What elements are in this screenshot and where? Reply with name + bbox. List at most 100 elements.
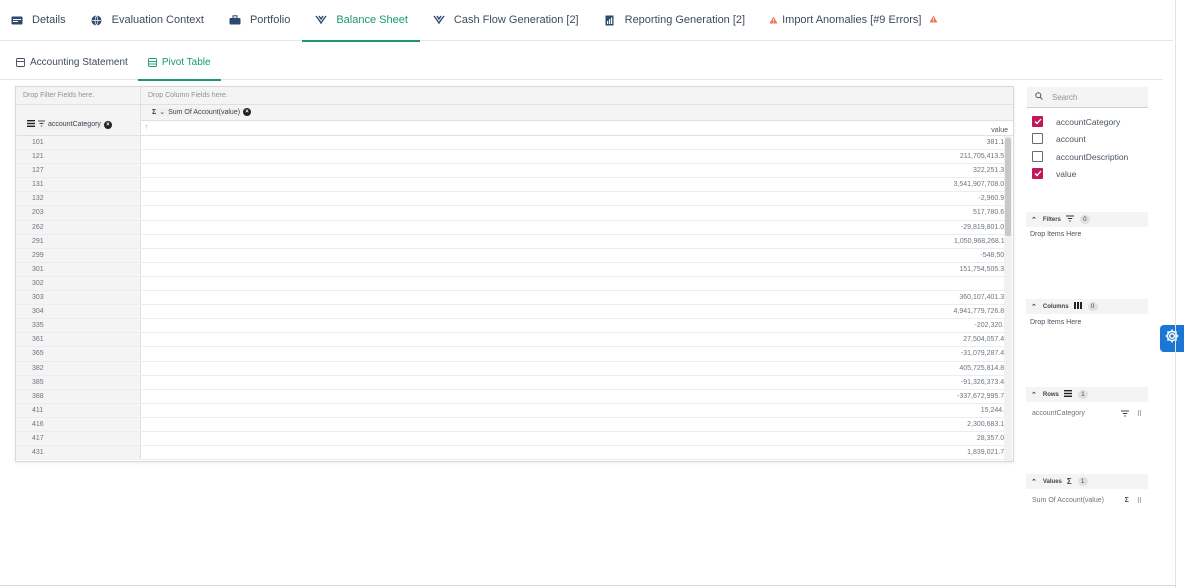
table-row[interactable]: 385 -91,326,373.48 <box>16 375 1013 390</box>
tab-reporting-generation[interactable]: Reporting Generation [2] <box>603 0 757 41</box>
tab-portfolio[interactable]: Portfolio <box>228 0 302 41</box>
drag-handle-icon[interactable]: ⠿ <box>1137 410 1142 419</box>
sigma-icon[interactable]: Σ <box>1125 497 1129 505</box>
value-cell[interactable]: -31,079,287.48 <box>961 350 1008 357</box>
table-row[interactable]: 431 1,839,021.76 <box>16 446 1013 461</box>
row-header-cell[interactable]: 203 <box>16 206 141 220</box>
table-row[interactable]: 132 -2,960.96 <box>16 192 1013 207</box>
field-checkbox-item[interactable]: accountCategory <box>1032 116 1120 127</box>
field-checkbox-item[interactable]: value <box>1032 168 1076 179</box>
chevron-up-icon[interactable]: ⌃ <box>1031 216 1037 224</box>
tab-import-anomalies[interactable]: Import Anomalies [#9 Errors] <box>769 0 950 41</box>
table-row[interactable]: 388 -337,672,995.79 <box>16 389 1013 404</box>
value-column-header[interactable]: ↑ value <box>141 121 1013 136</box>
columns-drop-zone[interactable]: Drop Items Here <box>1030 319 1081 326</box>
value-cell[interactable]: -337,672,995.79 <box>957 393 1008 400</box>
row-header-cell[interactable]: 388 <box>16 389 141 403</box>
row-header-cell[interactable]: 121 <box>16 150 141 164</box>
row-header-cell[interactable]: 132 <box>16 192 141 206</box>
field-checkbox-item[interactable]: account <box>1032 133 1086 144</box>
search-field[interactable]: Search <box>1027 87 1148 108</box>
field-checkbox-item[interactable]: accountDescription <box>1032 151 1128 162</box>
table-row[interactable]: 416 2,300,683.18 <box>16 417 1013 432</box>
row-header-cell[interactable]: 385 <box>16 375 141 389</box>
row-header-cell[interactable]: 127 <box>16 164 141 178</box>
table-row[interactable]: 365 -31,079,287.48 <box>16 347 1013 362</box>
row-header-cell[interactable]: 101 <box>16 136 141 150</box>
value-cell[interactable]: 3,541,907,708.04 <box>954 181 1009 188</box>
table-row[interactable]: 131 3,541,907,708.04 <box>16 178 1013 193</box>
values-section-header[interactable]: ⌃ Values Σ 1 <box>1026 474 1148 489</box>
value-cell[interactable]: 4,941,779,726.85 <box>954 308 1009 315</box>
row-header-cell[interactable]: 382 <box>16 361 141 375</box>
chevron-down-icon[interactable]: ⌄ <box>159 108 165 116</box>
filter-icon[interactable] <box>1120 410 1129 419</box>
columns-section-header[interactable]: ⌃ Columns 0 <box>1026 299 1148 314</box>
tab-details[interactable]: Details <box>10 0 78 41</box>
vertical-scrollbar[interactable] <box>1004 136 1012 461</box>
column-drop-zone[interactable]: Drop Column Fields here. <box>141 87 1013 105</box>
table-row[interactable]: 304 4,941,779,726.85 <box>16 305 1013 320</box>
tab-evaluation-context[interactable]: Evaluation Context <box>90 0 216 41</box>
table-row[interactable]: 301 151,754,505.36 <box>16 262 1013 277</box>
row-header-cell[interactable]: 262 <box>16 220 141 234</box>
row-header-cell[interactable]: 291 <box>16 234 141 248</box>
sort-arrow-icon[interactable]: ↑ <box>145 124 149 131</box>
checkbox[interactable] <box>1032 151 1043 162</box>
row-header-cell[interactable]: 411 <box>16 403 141 417</box>
chevron-up-icon[interactable]: ⌃ <box>1031 391 1037 399</box>
value-cell[interactable]: 211,705,413.58 <box>960 153 1008 160</box>
table-row[interactable]: 417 28,357.01 <box>16 431 1013 447</box>
menu-icon[interactable] <box>27 120 35 129</box>
value-cell[interactable]: -29,819,801.09 <box>961 224 1008 231</box>
row-header-cell[interactable]: 431 <box>16 446 141 460</box>
value-cell[interactable]: -91,326,373.48 <box>961 379 1008 386</box>
values-field-item[interactable]: Sum Of Account(value) Σ ⠿ <box>1032 497 1142 505</box>
filter-icon[interactable] <box>38 120 45 129</box>
row-header-cell[interactable]: 417 <box>16 431 141 446</box>
table-row[interactable]: 127 322,251.34 <box>16 164 1013 179</box>
table-row[interactable]: 335 -202,320.4 <box>16 319 1013 334</box>
tab-cash-flow-generation[interactable]: Cash Flow Generation [2] <box>432 0 591 41</box>
table-row[interactable]: 291 1,050,968,268.11 <box>16 234 1013 249</box>
row-header-cell[interactable]: 299 <box>16 248 141 262</box>
filter-drop-zone[interactable]: Drop Filter Fields here. <box>16 87 141 105</box>
filters-section-header[interactable]: ⌃ Filters 0 <box>1026 212 1148 227</box>
filters-drop-zone[interactable]: Drop Items Here <box>1030 231 1081 238</box>
row-field-pill[interactable]: accountCategory × <box>27 120 112 129</box>
chevron-up-icon[interactable]: ⌃ <box>1031 303 1037 311</box>
table-row[interactable]: 203 517,780.61 <box>16 206 1013 221</box>
table-row[interactable]: 361 27,504,057.49 <box>16 333 1013 348</box>
rows-field-item[interactable]: accountCategory ⠿ <box>1032 410 1142 419</box>
tab-balance-sheet[interactable]: Balance Sheet <box>302 0 420 42</box>
value-cell[interactable]: 1,050,968,268.11 <box>954 238 1008 245</box>
row-header-cell[interactable]: 304 <box>16 305 141 319</box>
row-header-cell[interactable]: 365 <box>16 347 141 361</box>
row-header-cell[interactable]: 131 <box>16 178 141 192</box>
value-cell[interactable]: -202,320.4 <box>975 322 1008 329</box>
checkbox[interactable] <box>1032 133 1043 144</box>
row-header-cell[interactable]: 361 <box>16 333 141 347</box>
table-row[interactable]: 382 405,725,814.87 <box>16 361 1013 376</box>
table-row[interactable]: 121 211,705,413.58 <box>16 150 1013 165</box>
value-cell[interactable]: 322,251.34 <box>973 167 1008 174</box>
rows-section-header[interactable]: ⌃ Rows 1 <box>1026 387 1148 402</box>
value-cell[interactable]: 360,107,401.38 <box>959 294 1008 301</box>
value-cell[interactable]: 151,754,505.36 <box>959 266 1008 273</box>
remove-icon[interactable]: × <box>243 108 252 116</box>
row-header-cell[interactable]: 301 <box>16 262 141 276</box>
table-row[interactable]: 3020 <box>16 276 1013 292</box>
subtab-accounting-statement[interactable]: Accounting Statement <box>16 45 138 80</box>
value-cell[interactable]: 2,300,683.18 <box>967 421 1008 428</box>
table-row[interactable]: 411 15,244.9 <box>16 403 1013 418</box>
settings-gear-button[interactable] <box>1160 325 1184 352</box>
row-header-cell[interactable]: 335 <box>16 319 141 333</box>
checkbox[interactable] <box>1032 168 1043 179</box>
checkbox[interactable] <box>1032 116 1043 127</box>
value-cell[interactable]: 1,839,021.76 <box>967 449 1008 456</box>
table-row[interactable]: 303 360,107,401.38 <box>16 291 1013 306</box>
value-cell[interactable]: 405,725,814.87 <box>959 365 1008 372</box>
remove-icon[interactable]: × <box>103 120 112 129</box>
row-drop-zone[interactable]: accountCategory × <box>16 105 141 136</box>
table-row[interactable]: 262 -29,819,801.09 <box>16 220 1013 235</box>
